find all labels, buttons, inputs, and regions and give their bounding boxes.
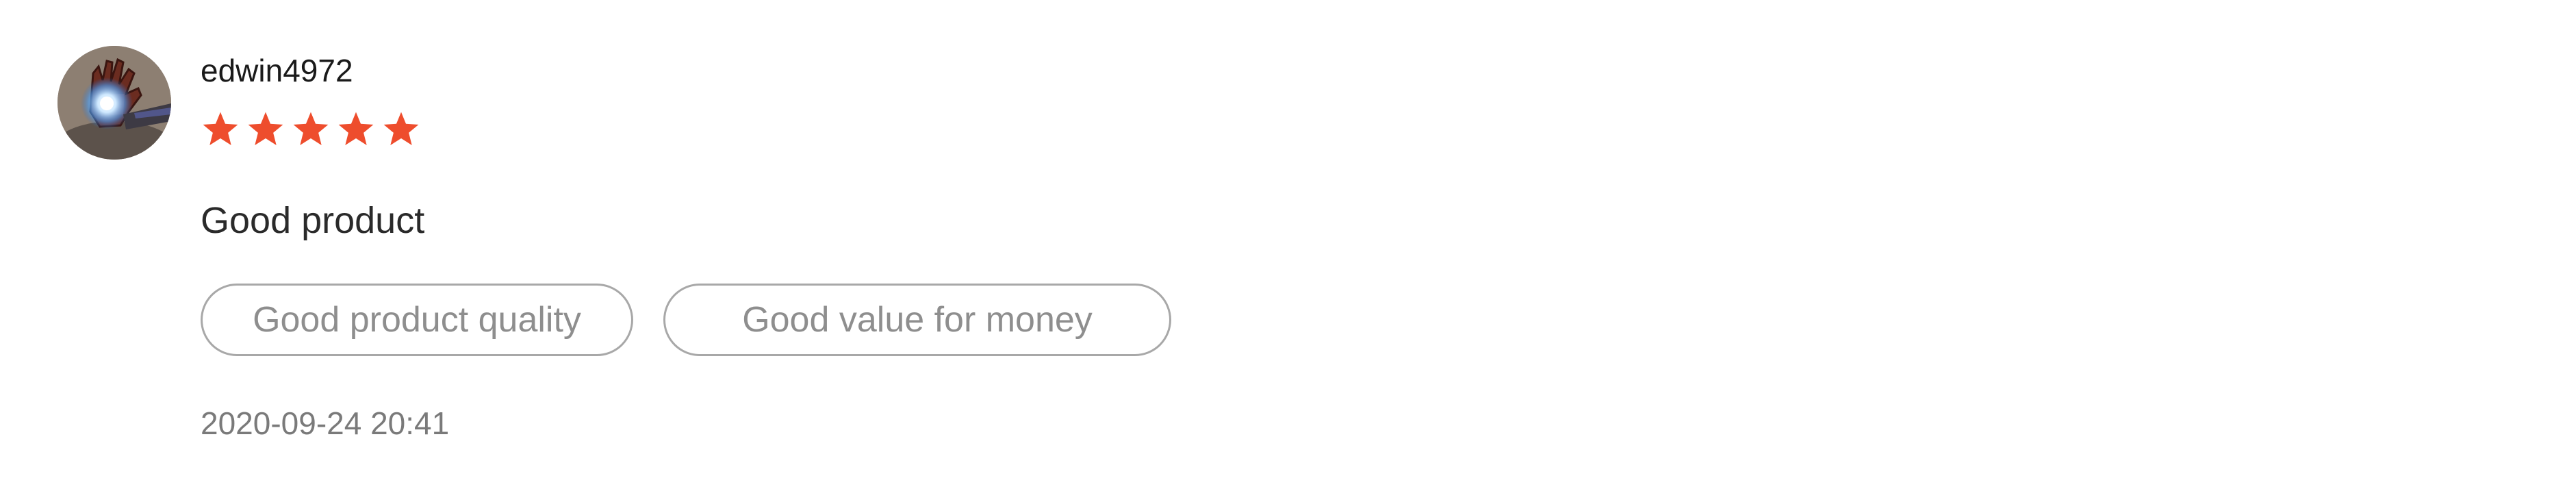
- star-icon: [383, 112, 419, 145]
- review-timestamp: 2020-09-24 20:41: [201, 405, 450, 441]
- review-tag: Good value for money: [663, 284, 1171, 356]
- avatar[interactable]: [58, 46, 171, 160]
- star-icon: [203, 112, 238, 145]
- star-rating: [201, 110, 421, 149]
- iron-man-hand-icon: [58, 46, 171, 160]
- review-tags: Good product quality Good value for mone…: [201, 284, 1171, 356]
- username: edwin4972: [201, 53, 353, 88]
- review-tag: Good product quality: [201, 284, 633, 356]
- review-comment: Good product: [201, 200, 425, 241]
- star-icon: [338, 112, 374, 145]
- star-icon: [293, 112, 329, 145]
- star-icon: [248, 112, 283, 145]
- review-card: edwin4972 Good product Good product qual…: [0, 0, 2576, 502]
